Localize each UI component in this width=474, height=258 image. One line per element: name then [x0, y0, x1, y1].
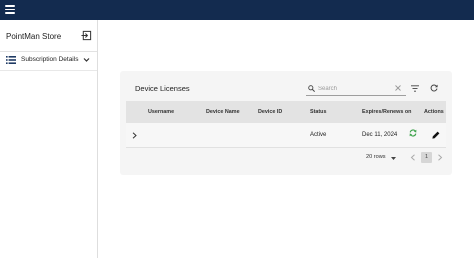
sidebar-divider — [0, 70, 97, 71]
column-header-device-name[interactable]: Device Name — [206, 109, 240, 115]
column-header-status[interactable]: Status — [310, 109, 326, 115]
table-header: Username Device Name Device ID Status Ex… — [126, 101, 446, 123]
auto-renew-icon — [409, 129, 417, 137]
table-row[interactable]: Active Dec 11, 2024 — [126, 123, 446, 148]
clear-icon[interactable] — [395, 85, 401, 91]
sidebar-item-label: Subscription Details — [21, 56, 79, 63]
menu-icon[interactable] — [5, 5, 15, 14]
search-input[interactable] — [318, 83, 392, 94]
logout-icon[interactable] — [81, 30, 92, 41]
sidebar-item-subscription-details[interactable]: Subscription Details — [0, 52, 97, 69]
chevron-down-icon[interactable] — [83, 57, 90, 63]
previous-page-icon[interactable] — [410, 154, 416, 161]
search-underline — [306, 95, 406, 96]
pagination: 20 rows 1 — [126, 149, 446, 169]
caret-down-icon[interactable] — [391, 157, 396, 160]
expand-row-icon[interactable] — [132, 132, 137, 139]
list-icon — [6, 56, 16, 64]
top-app-bar — [0, 0, 474, 20]
current-page[interactable]: 1 — [421, 152, 432, 163]
column-header-username[interactable]: Username — [148, 109, 174, 115]
column-header-actions: Actions — [424, 109, 444, 115]
filter-icon[interactable] — [411, 85, 419, 92]
sidebar: PointMan Store Subscription Details — [0, 20, 98, 258]
panel-title: Device Licenses — [135, 84, 190, 93]
refresh-icon[interactable] — [430, 84, 438, 92]
column-header-expires[interactable]: Expires/Renews on — [362, 109, 411, 115]
cell-expires: Dec 11, 2024 — [362, 132, 398, 138]
store-title: PointMan Store — [6, 32, 62, 41]
search-icon — [308, 85, 315, 92]
edit-icon[interactable] — [432, 131, 440, 139]
rows-per-page-select[interactable]: 20 rows — [366, 154, 386, 160]
next-page-icon[interactable] — [437, 154, 443, 161]
device-licenses-panel: Device Licenses Username Device Name Dev… — [120, 71, 452, 175]
column-header-device-id[interactable]: Device ID — [258, 109, 282, 115]
cell-status: Active — [310, 132, 327, 138]
search-field[interactable] — [306, 81, 406, 96]
